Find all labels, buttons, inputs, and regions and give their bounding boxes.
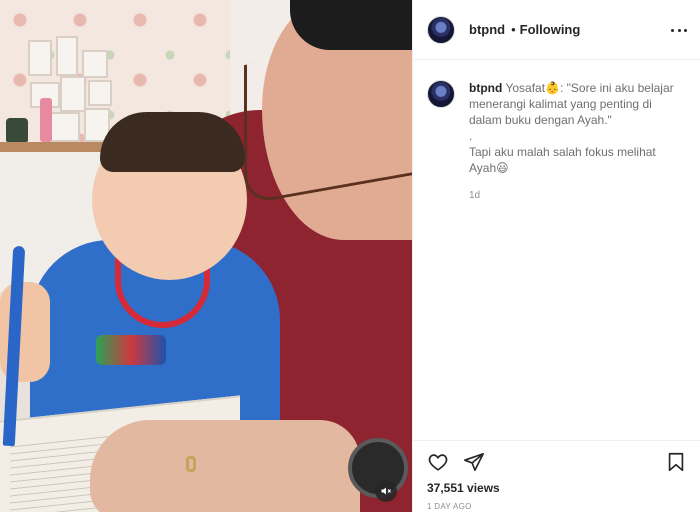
eyeglasses <box>244 35 412 205</box>
wedding-ring <box>186 456 196 472</box>
username-link[interactable]: btpnd <box>469 22 505 37</box>
caption-line2: . <box>469 129 473 143</box>
post-header: btpnd • Following <box>413 0 700 60</box>
post-video[interactable] <box>0 0 412 512</box>
photo-frame <box>82 50 108 78</box>
caption-time[interactable]: 1d <box>469 188 679 204</box>
potted-plant <box>6 118 28 142</box>
caption-avatar[interactable] <box>427 80 455 108</box>
caption: btpnd Yosafat👶: "Sore ini aku belajar me… <box>427 80 689 204</box>
separator-dot: • <box>511 22 516 37</box>
photo-frame <box>56 36 78 76</box>
bookmark-icon[interactable] <box>665 451 687 473</box>
photo-frame <box>28 40 52 76</box>
speaker-muted-icon[interactable] <box>375 480 397 502</box>
photo-frame <box>50 112 80 142</box>
caption-body: btpnd Yosafat👶: "Sore ini aku belajar me… <box>469 80 679 204</box>
wooden-shelf <box>0 142 110 152</box>
view-count: 37,551 views <box>427 481 500 495</box>
caption-username[interactable]: btpnd <box>469 81 502 95</box>
pink-bottle <box>40 98 52 142</box>
heart-icon[interactable] <box>427 451 449 473</box>
photo-frame <box>88 80 112 106</box>
action-icons <box>427 451 485 473</box>
post-date[interactable]: 1 DAY AGO <box>427 502 472 511</box>
shirt-logo <box>96 335 166 365</box>
send-icon[interactable] <box>463 451 485 473</box>
post-sidebar: btpnd • Following btpnd Yosafat👶: "Sore … <box>412 0 700 512</box>
father-hand <box>90 420 360 512</box>
more-options-icon[interactable] <box>671 22 687 38</box>
caption-line3: Tapi aku malah salah fokus melihat Ayah😃 <box>469 145 656 175</box>
photo-frame <box>60 76 86 112</box>
following-button[interactable]: Following <box>520 22 581 37</box>
action-bar: 37,551 views 1 DAY AGO <box>413 440 700 512</box>
child-hair <box>100 112 245 172</box>
profile-avatar[interactable] <box>427 15 455 44</box>
